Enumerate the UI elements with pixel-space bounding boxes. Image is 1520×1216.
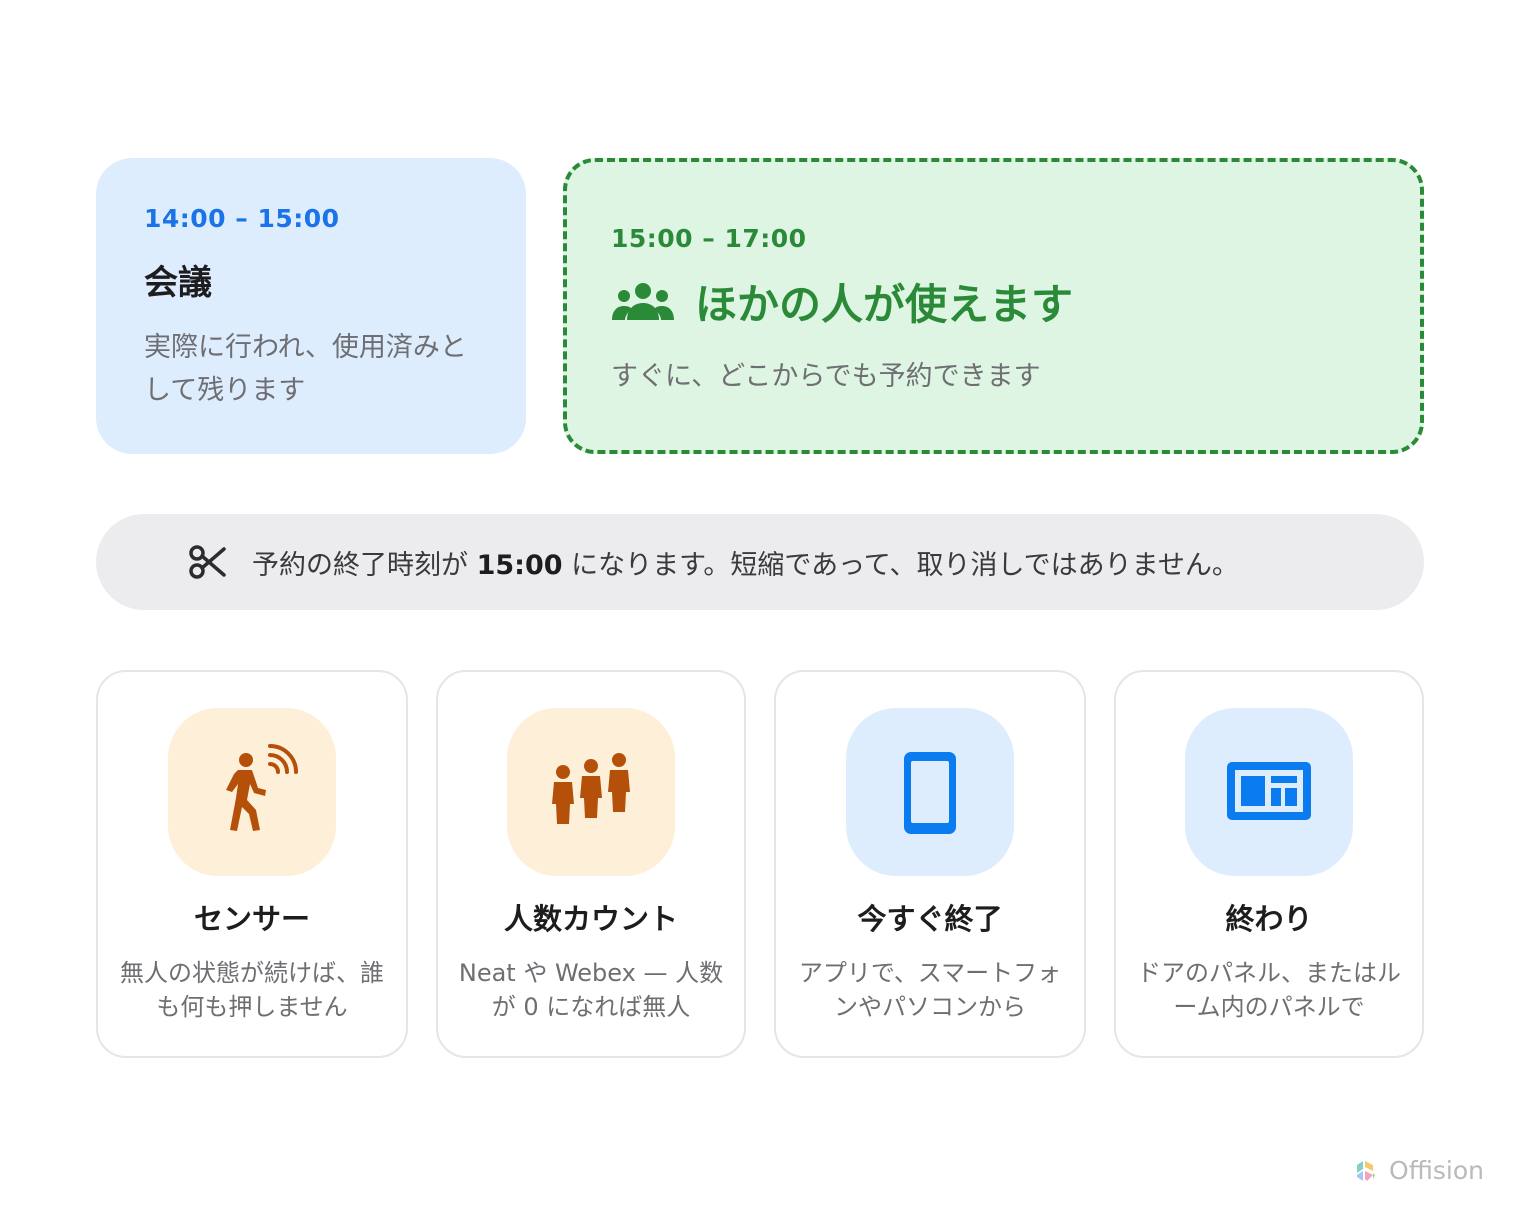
group-icon (612, 282, 674, 320)
tile-sensor: センサー 無人の状態が続けば、誰も何も押しません (96, 670, 408, 1058)
tile-end-now-title: 今すぐ終了 (857, 902, 1003, 936)
banner-time: 15:00 (476, 549, 563, 581)
motion-sensor-icon (226, 744, 298, 831)
tile-finish: 終わり ドアのパネル、またはルーム内のパネルで (1114, 670, 1424, 1058)
tile-people-count-icon-box (507, 708, 675, 876)
shortening-info-banner: 予約の終了時刻が 15:00 になります。短縮であって、取り消しではありません。 (96, 514, 1424, 610)
tile-people-count-title: 人数カウント (503, 902, 678, 936)
people-count-icon (552, 753, 630, 824)
tile-sensor-desc: 無人の状態が続けば、誰も何も押しません (120, 959, 384, 1021)
used-meeting-title: 会議 (144, 263, 212, 303)
used-meeting-description: 実際に行われ、使用済みとして残ります (144, 332, 467, 406)
scissors-icon (189, 545, 226, 579)
freed-slot-card: 15:00 – 17:00 ほかの人が使えます すぐに、どこからでも予約できます (563, 158, 1424, 454)
tile-sensor-title: センサー (193, 902, 310, 936)
tile-end-now: 今すぐ終了 アプリで、スマートフォンやパソコンから (774, 670, 1086, 1058)
tile-sensor-icon-box (168, 708, 336, 876)
banner-text: 予約の終了時刻が 15:00 になります。短縮であって、取り消しではありません。 (252, 549, 1239, 581)
used-meeting-time: 14:00 – 15:00 (144, 204, 340, 233)
tile-finish-desc: ドアのパネル、またはルーム内のパネルで (1137, 959, 1401, 1021)
tile-people-count-desc: Neat や Webex — 人数が 0 になれば無人 (458, 959, 724, 1021)
freed-slot-title: ほかの人が使えます (695, 280, 1074, 329)
tile-people-count: 人数カウント Neat や Webex — 人数が 0 になれば無人 (436, 670, 746, 1058)
freed-slot-time: 15:00 – 17:00 (611, 224, 807, 253)
offision-logo-icon (1357, 1160, 1376, 1181)
tile-end-now-icon-box (846, 708, 1014, 876)
tile-finish-icon-box (1185, 708, 1353, 876)
tile-end-now-desc: アプリで、スマートフォンやパソコンから (798, 959, 1062, 1021)
smartphone-icon (904, 752, 956, 834)
used-meeting-card: 14:00 – 15:00 会議 実際に行われ、使用済みとして残ります (96, 158, 526, 454)
tile-finish-title: 終わり (1225, 902, 1313, 936)
freed-slot-description: すぐに、どこからでも予約できます (611, 361, 1041, 392)
brand-name: Offision (1389, 1156, 1484, 1185)
brand-watermark: Offision (1351, 1156, 1484, 1185)
door-panel-icon (1227, 762, 1311, 820)
